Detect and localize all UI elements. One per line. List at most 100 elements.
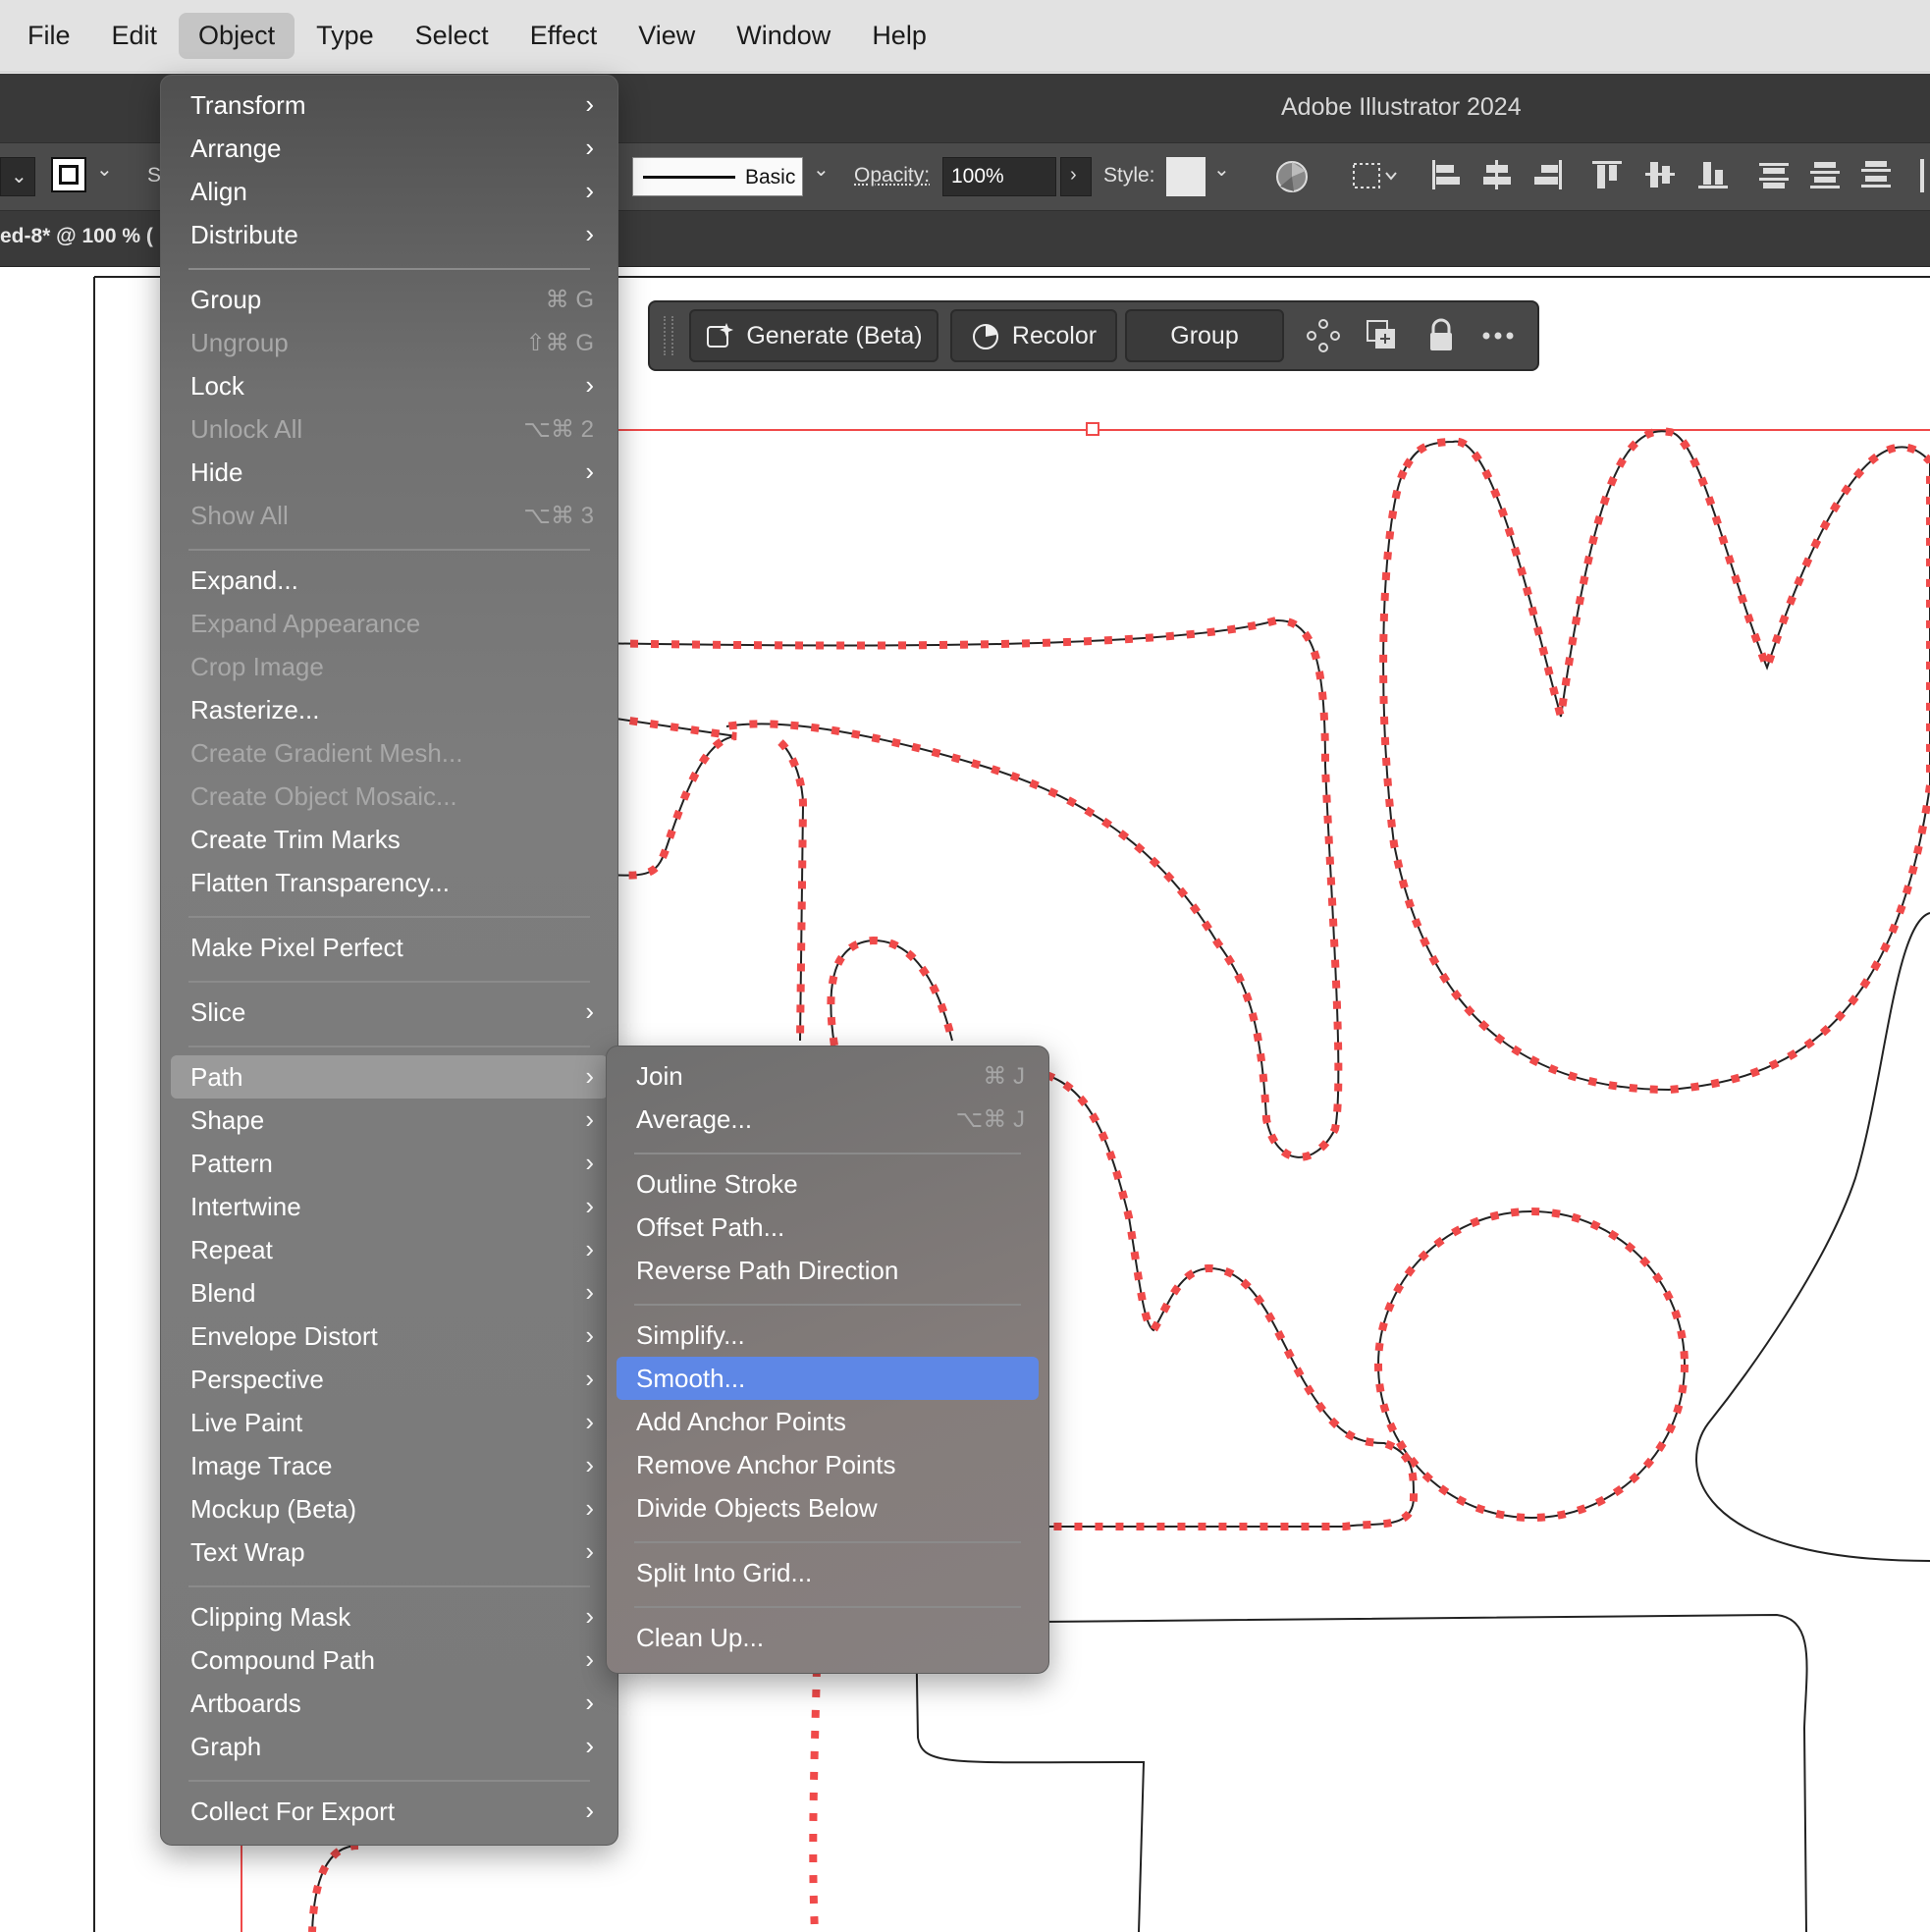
menu-item-collect-for-export[interactable]: Collect For Export › xyxy=(171,1790,608,1833)
menu-item-live-paint[interactable]: Live Paint › xyxy=(171,1401,608,1444)
align-left-icon[interactable] xyxy=(1429,158,1463,191)
menu-item-label: Clipping Mask xyxy=(190,1602,351,1632)
menu-item-label: Reverse Path Direction xyxy=(636,1256,899,1285)
distribute-left-icon[interactable] xyxy=(1920,159,1924,192)
menu-item-slice[interactable]: Slice › xyxy=(171,991,608,1034)
menu-item-expand[interactable]: Expand... xyxy=(171,559,608,602)
lock-icon[interactable] xyxy=(1421,316,1461,355)
align-to-selection-icon[interactable] xyxy=(1351,159,1400,194)
menu-item-align[interactable]: Align › xyxy=(171,170,608,213)
submenu-item-split-into-grid[interactable]: Split Into Grid... xyxy=(617,1551,1039,1594)
chevron-down-icon[interactable]: ⌄ xyxy=(1213,157,1230,182)
menu-object[interactable]: Object xyxy=(179,13,295,59)
menu-item-hide[interactable]: Hide › xyxy=(171,451,608,494)
submenu-item-outline-stroke[interactable]: Outline Stroke xyxy=(617,1162,1039,1206)
menu-item-label: Split Into Grid... xyxy=(636,1558,813,1587)
menu-item-shape[interactable]: Shape › xyxy=(171,1099,608,1142)
menu-item-text-wrap[interactable]: Text Wrap › xyxy=(171,1530,608,1574)
menu-item-make-pixel-perfect[interactable]: Make Pixel Perfect xyxy=(171,926,608,969)
stroke-swatch[interactable] xyxy=(51,157,86,192)
menu-select[interactable]: Select xyxy=(396,13,509,59)
isolate-points-icon[interactable] xyxy=(1304,316,1343,355)
duplicate-icon[interactable] xyxy=(1363,316,1402,355)
menu-item-shortcut: ⌥⌘ J xyxy=(955,1106,1025,1133)
menu-item-label: Remove Anchor Points xyxy=(636,1450,896,1479)
distribute-center-icon[interactable] xyxy=(1808,158,1842,191)
path-bottom-stem xyxy=(809,1668,821,1932)
menu-item-perspective[interactable]: Perspective › xyxy=(171,1358,608,1401)
group-button[interactable]: Group xyxy=(1125,309,1284,362)
menu-item-pattern[interactable]: Pattern › xyxy=(171,1142,608,1185)
generate-beta-button[interactable]: Generate (Beta) xyxy=(689,309,938,362)
menu-separator xyxy=(188,1780,590,1782)
menu-edit[interactable]: Edit xyxy=(92,13,178,59)
distribute-top-icon[interactable] xyxy=(1757,158,1791,191)
menu-item-repeat[interactable]: Repeat › xyxy=(171,1228,608,1271)
submenu-item-smooth[interactable]: Smooth... xyxy=(617,1357,1039,1400)
menu-item-rasterize[interactable]: Rasterize... xyxy=(171,688,608,731)
opacity-field[interactable]: 100% xyxy=(942,157,1056,196)
opacity-label[interactable]: Opacity: xyxy=(854,164,930,188)
menu-item-arrange[interactable]: Arrange › xyxy=(171,127,608,170)
menu-view[interactable]: View xyxy=(618,13,715,59)
submenu-item-join[interactable]: Join ⌘ J xyxy=(617,1054,1039,1098)
align-top-icon[interactable] xyxy=(1590,158,1624,191)
align-horizontal-center-icon[interactable] xyxy=(1480,158,1514,191)
menu-item-envelope-distort[interactable]: Envelope Distort › xyxy=(171,1315,608,1358)
chevron-down-icon[interactable]: ⌄ xyxy=(96,157,113,182)
chevron-down-icon[interactable]: ⌄ xyxy=(813,157,830,182)
submenu-item-offset-path[interactable]: Offset Path... xyxy=(617,1206,1039,1249)
menu-item-distribute[interactable]: Distribute › xyxy=(171,213,608,256)
stroke-profile-dropdown[interactable]: Basic xyxy=(632,157,803,196)
menu-item-mockup-beta[interactable]: Mockup (Beta) › xyxy=(171,1487,608,1530)
menu-item-flatten-transparency[interactable]: Flatten Transparency... xyxy=(171,861,608,904)
menu-item-clipping-mask[interactable]: Clipping Mask › xyxy=(171,1595,608,1638)
menu-item-image-trace[interactable]: Image Trace › xyxy=(171,1444,608,1487)
menu-item-label: Path xyxy=(190,1062,243,1092)
path-arch xyxy=(827,936,956,1046)
recolor-icon xyxy=(972,324,998,349)
chevron-right-icon: › xyxy=(585,1601,594,1631)
more-options-icon[interactable] xyxy=(1478,316,1518,355)
chevron-right-icon: › xyxy=(585,1148,594,1177)
menu-item-blend[interactable]: Blend › xyxy=(171,1271,608,1315)
menu-file[interactable]: File xyxy=(8,13,90,59)
align-right-icon[interactable] xyxy=(1531,158,1565,191)
submenu-item-simplify[interactable]: Simplify... xyxy=(617,1314,1039,1357)
menu-item-label: Distribute xyxy=(190,220,298,249)
menu-item-label: Expand... xyxy=(190,565,298,595)
opacity-slider-button[interactable]: › xyxy=(1060,157,1092,196)
menu-item-lock[interactable]: Lock › xyxy=(171,364,608,407)
menu-window[interactable]: Window xyxy=(717,13,850,59)
menu-item-path[interactable]: Path › xyxy=(171,1055,608,1099)
menu-item-compound-path[interactable]: Compound Path › xyxy=(171,1638,608,1682)
graphic-style-swatch[interactable] xyxy=(1166,157,1206,196)
menu-type[interactable]: Type xyxy=(296,13,394,59)
submenu-item-clean-up[interactable]: Clean Up... xyxy=(617,1616,1039,1659)
submenu-item-divide-objects-below[interactable]: Divide Objects Below xyxy=(617,1486,1039,1530)
submenu-item-remove-anchor-points[interactable]: Remove Anchor Points xyxy=(617,1443,1039,1486)
submenu-item-add-anchor-points[interactable]: Add Anchor Points xyxy=(617,1400,1039,1443)
chevron-right-icon: › xyxy=(585,219,594,248)
submenu-item-reverse-path-direction[interactable]: Reverse Path Direction xyxy=(617,1249,1039,1292)
document-tab[interactable]: ed-8* @ 100 % ( xyxy=(0,225,153,248)
menu-item-label: Add Anchor Points xyxy=(636,1407,846,1436)
menu-item-artboards[interactable]: Artboards › xyxy=(171,1682,608,1725)
menu-item-intertwine[interactable]: Intertwine › xyxy=(171,1185,608,1228)
menu-item-label: Ungroup xyxy=(190,328,289,357)
menu-effect[interactable]: Effect xyxy=(510,13,617,59)
menu-item-transform[interactable]: Transform › xyxy=(171,83,608,127)
drag-handle-icon[interactable] xyxy=(664,316,673,355)
align-bottom-icon[interactable] xyxy=(1696,158,1730,191)
menu-item-graph[interactable]: Graph › xyxy=(171,1725,608,1768)
distribute-bottom-icon[interactable] xyxy=(1859,158,1893,191)
recolor-wheel-icon[interactable] xyxy=(1272,157,1312,196)
recolor-button[interactable]: Recolor xyxy=(950,309,1117,362)
stroke-profile-value: Basic xyxy=(745,166,796,188)
menu-item-create-trim-marks[interactable]: Create Trim Marks xyxy=(171,818,608,861)
submenu-item-average[interactable]: Average... ⌥⌘ J xyxy=(617,1098,1039,1141)
align-vertical-center-icon[interactable] xyxy=(1643,158,1677,191)
menu-help[interactable]: Help xyxy=(852,13,946,59)
fill-dropdown[interactable]: ⌄ xyxy=(0,157,35,196)
menu-item-group[interactable]: Group ⌘ G xyxy=(171,278,608,321)
